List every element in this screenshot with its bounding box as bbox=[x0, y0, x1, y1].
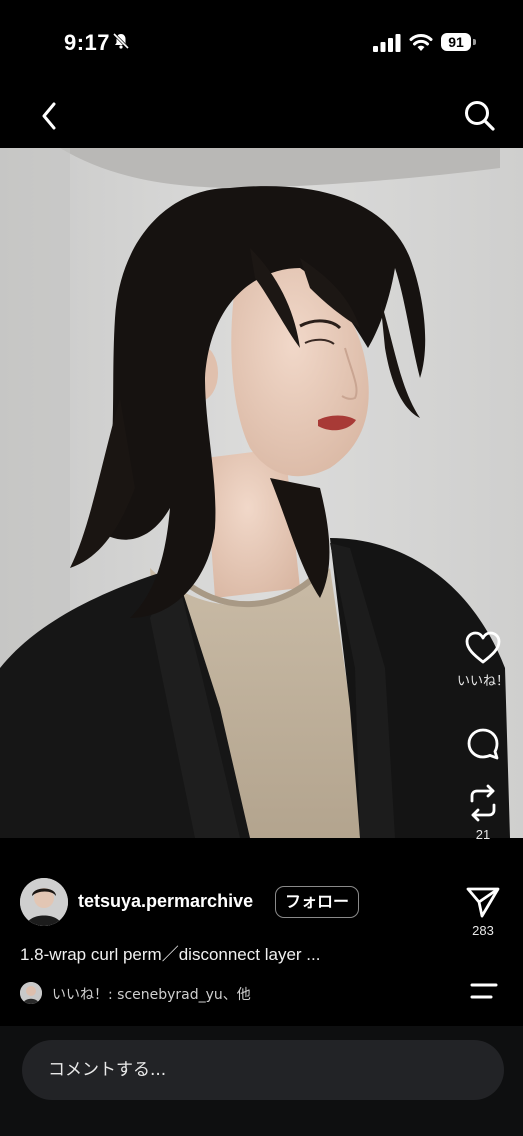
nav-bar bbox=[0, 86, 523, 148]
wifi-icon bbox=[409, 34, 433, 51]
status-bar: 9:17 91 bbox=[0, 0, 523, 86]
mute-icon bbox=[112, 32, 130, 50]
heart-icon bbox=[465, 631, 501, 664]
menu-icon[interactable] bbox=[469, 980, 499, 1002]
chevron-left-icon bbox=[42, 102, 56, 130]
liked-by-avatar bbox=[20, 982, 42, 1004]
battery-indicator: 91 bbox=[441, 33, 471, 51]
follow-button[interactable]: フォロー bbox=[275, 886, 360, 918]
share-count: 283 bbox=[472, 923, 494, 938]
signal-icon bbox=[373, 34, 401, 52]
comment-button[interactable] bbox=[443, 726, 523, 762]
post-caption[interactable]: 1.8-wrap curl perm／disconnect layer ... bbox=[20, 940, 450, 965]
avatar-image bbox=[20, 878, 68, 926]
repost-icon bbox=[470, 784, 496, 822]
back-button[interactable] bbox=[36, 96, 66, 136]
repost-count: 21 bbox=[475, 827, 491, 842]
like-button[interactable]: いいね！ bbox=[443, 630, 523, 689]
username[interactable]: tetsuya.permarchive bbox=[78, 891, 253, 912]
battery-tip bbox=[473, 39, 476, 45]
liked-by-row[interactable]: いいね！: scenebyrad_yu、他 bbox=[20, 982, 440, 1004]
status-time: 9:17 bbox=[64, 30, 111, 55]
comment-bubble-icon bbox=[467, 728, 499, 760]
send-icon bbox=[466, 887, 500, 918]
search-icon bbox=[465, 101, 495, 131]
like-label: いいね！ bbox=[456, 673, 509, 688]
repost-button[interactable]: 21 bbox=[443, 783, 523, 842]
avatar[interactable] bbox=[20, 878, 68, 926]
comment-bar: コメントする... bbox=[0, 1026, 523, 1136]
liked-by-text: いいね！: scenebyrad_yu、他 bbox=[52, 987, 251, 1003]
author-row: tetsuya.permarchive フォロー bbox=[20, 878, 420, 926]
search-button[interactable] bbox=[462, 98, 498, 134]
comment-input[interactable]: コメントする... bbox=[22, 1040, 504, 1100]
share-button[interactable]: 283 bbox=[443, 885, 523, 938]
